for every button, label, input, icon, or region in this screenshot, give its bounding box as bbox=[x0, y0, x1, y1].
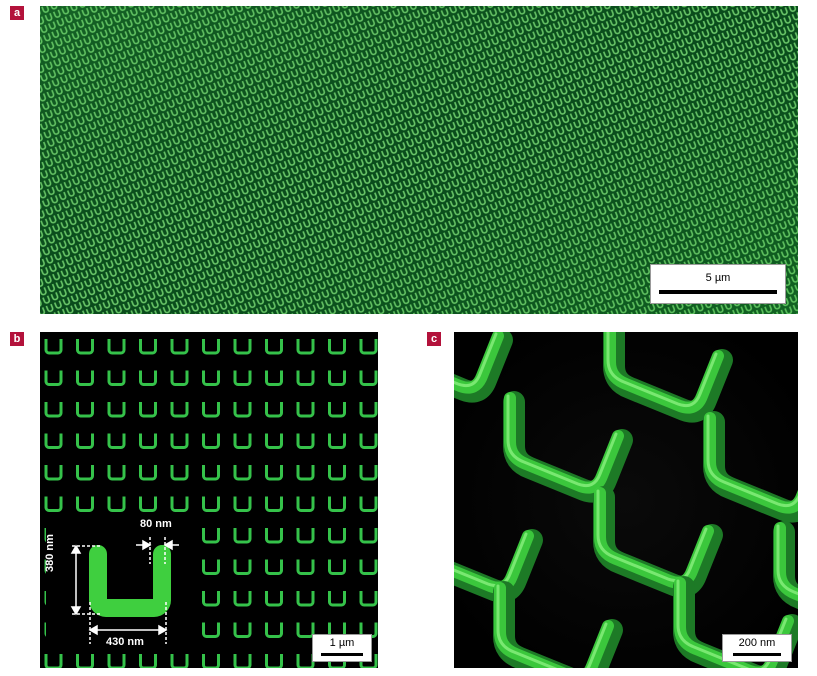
panel-a-scale-text: 5 µm bbox=[705, 272, 731, 284]
panel-b-scale-bar: 1 µm bbox=[312, 634, 372, 662]
panel-c-image: 200 nm bbox=[454, 332, 798, 668]
panel-a-label: a bbox=[10, 6, 24, 20]
u-array-top-view bbox=[40, 332, 378, 668]
panel-a-scale-line bbox=[659, 290, 777, 294]
panel-c-scale-line bbox=[733, 653, 781, 656]
dimension-height-label: 380 nm bbox=[44, 534, 56, 572]
dimension-width-label: 430 nm bbox=[106, 636, 144, 648]
dimension-gap-label: 80 nm bbox=[140, 518, 172, 530]
panel-c-label: c bbox=[427, 332, 441, 346]
panel-b-scale-text: 1 µm bbox=[329, 637, 355, 649]
panel-a-scale-bar: 5 µm bbox=[650, 264, 786, 304]
u-structures-closeup bbox=[454, 332, 798, 668]
panel-a-image: 5 µm bbox=[40, 6, 798, 314]
enlarged-u-inset bbox=[46, 517, 196, 647]
panel-b-label: b bbox=[10, 332, 24, 346]
panel-b-scale-line bbox=[321, 653, 363, 656]
panel-b-image: 80 nm 380 nm 430 nm 1 µm bbox=[40, 332, 378, 668]
panel-c-scale-text: 200 nm bbox=[738, 637, 776, 649]
panel-c-scale-bar: 200 nm bbox=[722, 634, 792, 662]
